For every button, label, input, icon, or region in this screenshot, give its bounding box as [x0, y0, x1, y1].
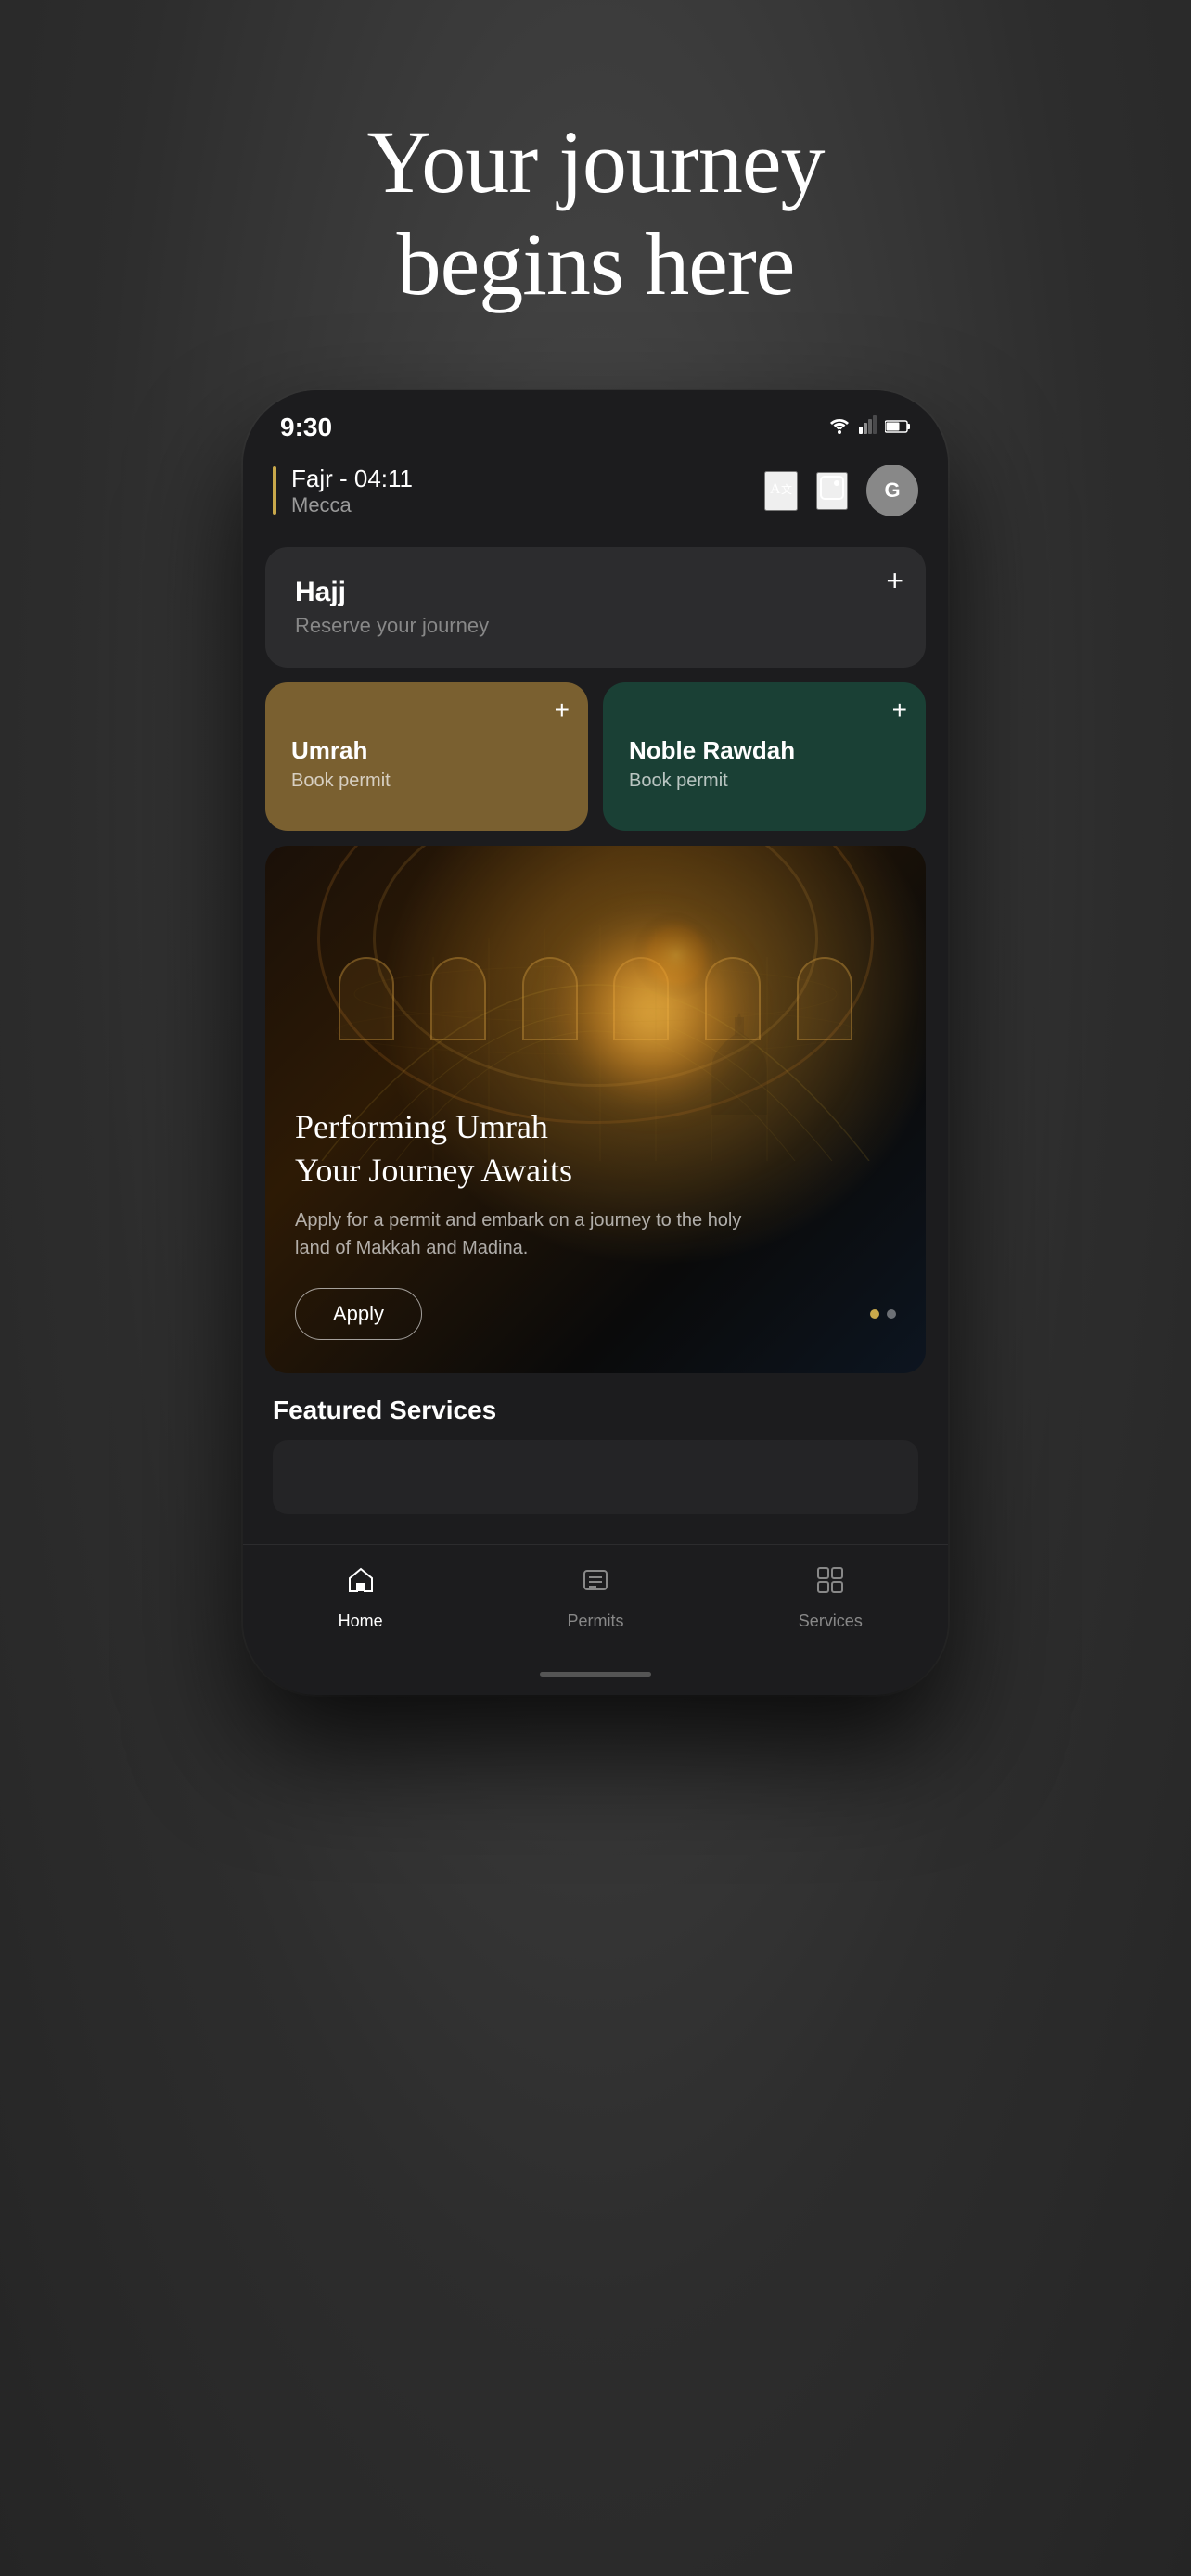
nav-item-services[interactable]: Services — [713, 1563, 948, 1631]
services-label: Services — [799, 1612, 863, 1631]
signal-icon — [859, 415, 877, 440]
home-icon — [344, 1563, 378, 1604]
umrah-title: Umrah — [291, 736, 562, 765]
prayer-bar-indicator — [273, 466, 276, 515]
small-cards-row: + Umrah Book permit + Noble Rawdah Book … — [265, 682, 926, 831]
carousel-dots — [870, 1309, 896, 1319]
carousel-dot-2 — [887, 1309, 896, 1319]
rawdah-title: Noble Rawdah — [629, 736, 900, 765]
services-preview — [273, 1440, 918, 1514]
rawdah-subtitle: Book permit — [629, 771, 900, 792]
hajj-title: Hajj — [295, 577, 896, 608]
umrah-subtitle: Book permit — [291, 771, 562, 792]
featured-services-section: Featured Services — [265, 1396, 926, 1529]
hajj-subtitle: Reserve your journey — [295, 614, 896, 638]
header-actions: A 文 G — [764, 465, 918, 516]
status-icons — [827, 415, 911, 440]
apply-button[interactable]: Apply — [295, 1288, 422, 1340]
hajj-plus-icon[interactable]: + — [886, 566, 903, 595]
banner-footer: Apply — [295, 1288, 896, 1340]
prayer-info: Fajr - 04:11 Mecca — [273, 465, 413, 517]
banner-heading: Performing Umrah Your Journey Awaits — [295, 1105, 896, 1192]
carousel-dot-1 — [870, 1309, 879, 1319]
svg-text:A: A — [770, 481, 781, 497]
banner-description: Apply for a permit and embark on a journ… — [295, 1206, 777, 1262]
hero-title: Your journey begins here — [367, 111, 825, 316]
permits-icon — [579, 1563, 612, 1604]
banner-card: Performing Umrah Your Journey Awaits App… — [265, 846, 926, 1374]
home-label: Home — [339, 1612, 383, 1631]
permits-label: Permits — [567, 1612, 623, 1631]
featured-services-title: Featured Services — [273, 1396, 918, 1425]
hajj-card[interactable]: + Hajj Reserve your journey — [265, 547, 926, 668]
app-content: + Hajj Reserve your journey + Umrah Book… — [243, 532, 948, 1545]
prayer-name: Fajr - 04:11 — [291, 465, 413, 493]
bottom-nav: Home Permits Ser — [243, 1544, 948, 1664]
services-icon — [813, 1563, 847, 1604]
user-avatar[interactable]: G — [866, 465, 918, 516]
rawdah-plus-icon[interactable]: + — [892, 697, 907, 723]
nav-item-home[interactable]: Home — [243, 1563, 478, 1631]
screen-button[interactable] — [816, 472, 848, 510]
svg-text:文: 文 — [781, 482, 792, 496]
phone-mockup: 9:30 — [243, 390, 948, 1696]
home-indicator — [243, 1664, 948, 1695]
battery-icon — [885, 415, 911, 440]
noble-rawdah-card[interactable]: + Noble Rawdah Book permit — [603, 682, 926, 831]
umrah-card[interactable]: + Umrah Book permit — [265, 682, 588, 831]
translate-button[interactable]: A 文 — [764, 471, 798, 511]
status-time: 9:30 — [280, 413, 332, 442]
umrah-plus-icon[interactable]: + — [555, 697, 570, 723]
home-indicator-bar — [540, 1672, 651, 1677]
status-bar: 9:30 — [243, 390, 948, 450]
prayer-location: Mecca — [291, 493, 413, 517]
prayer-text: Fajr - 04:11 Mecca — [291, 465, 413, 517]
wifi-icon — [827, 415, 852, 440]
nav-item-permits[interactable]: Permits — [478, 1563, 712, 1631]
banner-content: Performing Umrah Your Journey Awaits App… — [265, 846, 926, 1374]
app-header: Fajr - 04:11 Mecca A 文 G — [243, 450, 948, 532]
